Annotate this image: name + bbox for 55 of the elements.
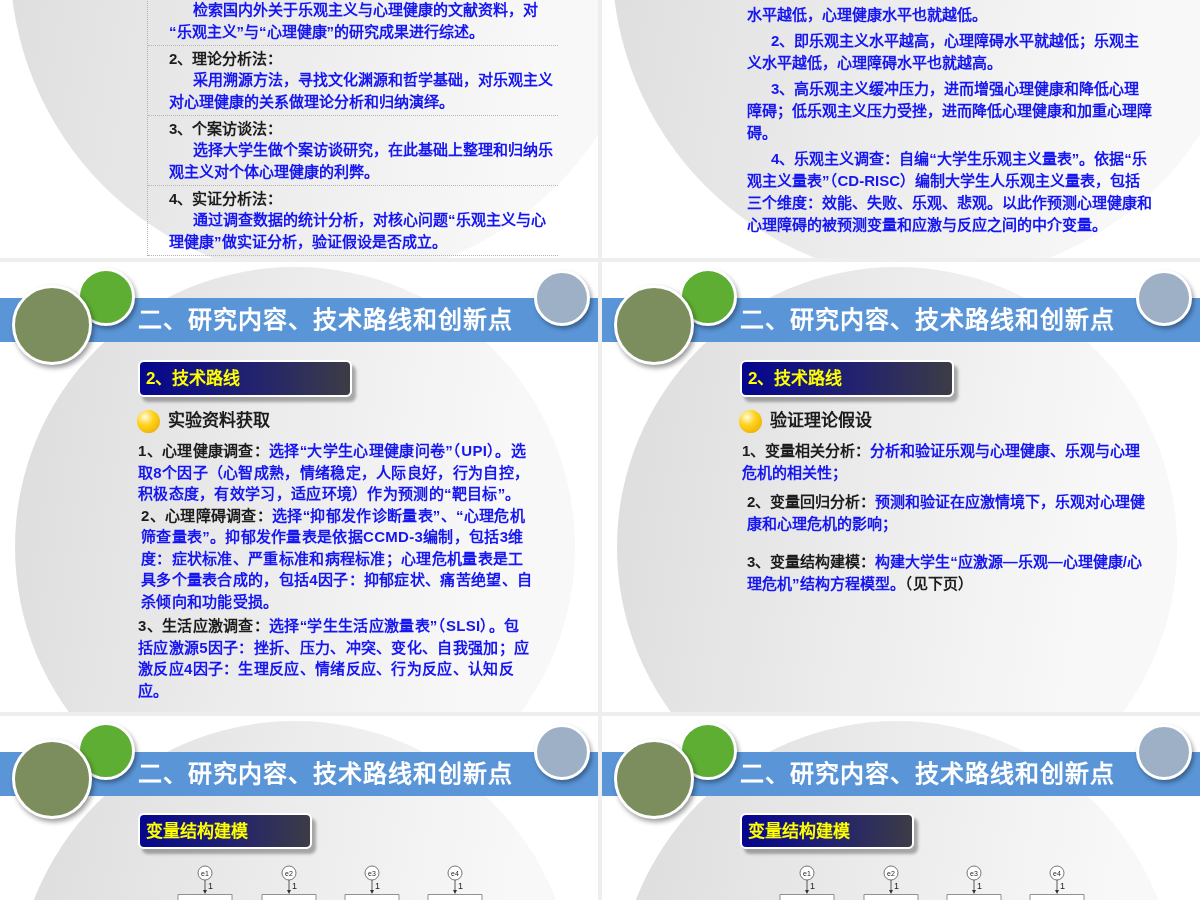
bullet-heading: 验证理论假设 <box>770 410 872 433</box>
slide-title: 二、研究内容、技术路线和创新点 <box>138 762 513 786</box>
section-heading: 变量结构建模 <box>138 813 312 849</box>
path-arrow <box>203 879 207 894</box>
method-label: 2、理论分析法： <box>169 49 284 69</box>
variable-box <box>779 894 835 900</box>
method-description: 选择大学生做个案访谈研究，在此基础上整理和归纳乐观主义对个体心理健康的利弊。 <box>169 140 554 182</box>
variable-box <box>261 894 317 900</box>
variable-box <box>344 894 400 900</box>
path-coefficient: 1 <box>208 881 213 891</box>
path-arrow <box>889 879 893 894</box>
path-arrow <box>805 879 809 894</box>
path-coefficient: 1 <box>894 881 899 891</box>
path-coefficient: 1 <box>977 881 982 891</box>
body-paragraph: 1、变量相关分析：分析和验证乐观与心理健康、乐观与心理危机的相关性； <box>742 441 1142 484</box>
body-paragraph: 水平越低，心理健康水平也就越低。 <box>747 5 988 25</box>
method-label: 4、实证分析法： <box>169 189 284 209</box>
photo-placeholder <box>534 270 590 326</box>
variable-box <box>177 894 233 900</box>
path-coefficient: 1 <box>458 881 463 891</box>
slide-title: 二、研究内容、技术路线和创新点 <box>138 308 513 332</box>
photo-placeholder <box>1136 724 1192 780</box>
section-heading: 2、技术路线 <box>138 360 352 397</box>
path-coefficient: 1 <box>810 881 815 891</box>
section-heading: 2、技术路线 <box>740 360 954 397</box>
method-description: 采用溯源方法，寻找文化渊源和哲学基础，对乐观主义对心理健康的关系做理论分析和归纳演绎。 <box>169 70 554 112</box>
slide-title: 二、研究内容、技术路线和创新点 <box>740 762 1115 786</box>
body-paragraph: 3、高乐观主义缓冲压力，进而增强心理健康和降低心理障碍；低乐观主义压力受挫，进而降低心理健康和加重心理障碍。 <box>747 79 1153 143</box>
body-paragraph: 2、变量回归分析：预测和验证在应激情境下，乐观对心理健康和心理危机的影响； <box>747 492 1147 535</box>
path-arrow <box>370 879 374 894</box>
variable-box <box>427 894 483 900</box>
path-coefficient: 1 <box>292 881 297 891</box>
method-description: 通过调查数据的统计分析，对核心问题“乐观主义与心理健康”做实证分析，验证假设是否成立。 <box>169 210 547 252</box>
path-arrow <box>972 879 976 894</box>
body-paragraph: 2、心理障碍调查：选择“抑郁发作诊断量表”、“心理危机筛查量表”。抑郁发作量表是依据CCMD-3编制，包括3维度：症状标准、严重标准和病程标准；心理危机量表是工具多个量表合成的，包括4因子：抑郁症状、痛苦绝望、自杀倾向和功能受损。 <box>141 505 534 612</box>
body-paragraph: 3、生活应激调查：选择“学生生活应激量表”（SLSI）。包括应激源5因子：挫折、压力、冲突、变化、自我强加；应激反应4因子：生理反应、情绪反应、行为反应、认知反应。 <box>138 616 531 701</box>
variable-box <box>863 894 919 900</box>
body-paragraph: 2、即乐观主义水平越高，心理障碍水平就越低；乐观主义水平越低，心理障碍水平也就越高。 <box>747 31 1141 73</box>
path-arrow <box>1055 879 1059 894</box>
photo-placeholder <box>534 724 590 780</box>
variable-box <box>1029 894 1085 900</box>
path-arrow <box>453 879 457 894</box>
section-heading: 变量结构建模 <box>740 813 914 849</box>
path-coefficient: 1 <box>1060 881 1065 891</box>
method-description: 检索国内外关于乐观主义与心理健康的文献资料，对“乐观主义”与“心理健康”的研究成果进行综述。 <box>169 0 539 42</box>
body-paragraph: 4、乐观主义调查：自编“大学生乐观主义量表”。依据“乐观主义量表”（CD-RISC）编制大学生人乐观主义量表，包括三个维度：效能、失败、乐观、悲观。以此作预测心理健康和心理障碍的被预测变量和应激与反应之间的中介变量。 <box>747 149 1153 235</box>
path-arrow <box>287 879 291 894</box>
photo-placeholder <box>1136 270 1192 326</box>
body-paragraph: 3、变量结构建模：构建大学生“应激源—乐观—心理健康/心理危机”结构方程模型。（见下页） <box>747 552 1143 594</box>
body-paragraph: 1、心理健康调查：选择“大学生心理健康问卷”（UPI）。选取8个因子（心智成熟，情绪稳定，人际良好，行为自控，积极态度，有效学习，适应环境）作为预测的“靶目标”。 <box>138 441 531 504</box>
method-label: 3、个案访谈法： <box>169 119 284 139</box>
path-coefficient: 1 <box>375 881 380 891</box>
bullet-heading: 实验资料获取 <box>168 409 270 433</box>
variable-box <box>946 894 1002 900</box>
slide-title: 二、研究内容、技术路线和创新点 <box>740 308 1115 332</box>
